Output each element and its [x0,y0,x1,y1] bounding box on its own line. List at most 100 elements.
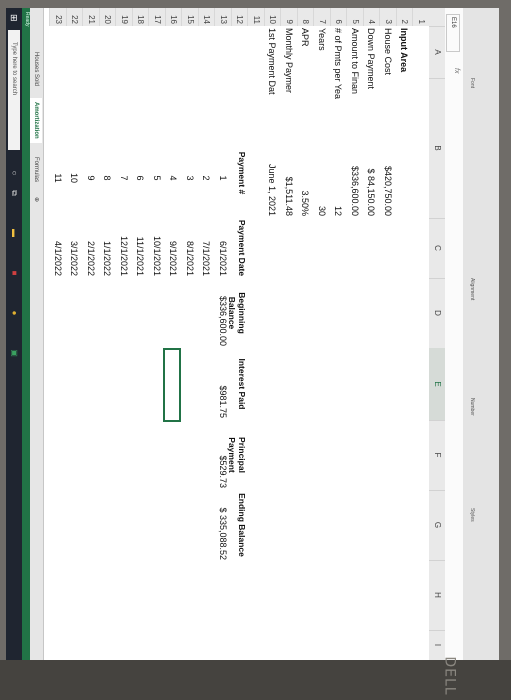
payment-number[interactable]: 8 [102,158,114,198]
input-label[interactable]: APR [300,28,312,108]
row-header[interactable]: 2 [396,8,413,26]
office-icon[interactable]: ■ [9,268,19,278]
row-header[interactable]: 6 [330,8,347,26]
select-all-corner[interactable] [429,8,445,27]
row-header[interactable]: 10 [264,8,281,26]
selected-cell[interactable] [163,348,182,422]
input-label[interactable]: Monthly Paymer [283,28,295,108]
payment-number[interactable]: 6 [135,158,147,198]
payment-number[interactable]: 7 [118,158,130,198]
payment-date[interactable]: 1/1/2022 [102,218,114,276]
row-header[interactable]: 12 [231,8,248,26]
table-header[interactable]: Principal Payment [228,420,248,490]
input-value[interactable]: 3.50% [300,108,312,216]
payment-date[interactable]: 3/1/2022 [69,218,81,276]
tab-formulas[interactable]: Formulas [30,153,42,186]
row-header[interactable]: 7 [313,8,330,26]
table-header[interactable]: Payment # [238,138,248,208]
payment-date[interactable]: 2/1/2022 [85,218,97,276]
row-header[interactable]: 15 [181,8,198,26]
ending-balance[interactable]: $ 335,088.52 [217,490,229,560]
payment-date[interactable]: 10/1/2021 [151,218,163,276]
row-header[interactable]: 18 [132,8,149,26]
ribbon-group-alignment[interactable]: Alignment [469,278,475,300]
input-value[interactable]: 12 [333,108,345,216]
ribbon-group-styles[interactable]: Styles [469,508,475,522]
cortana-icon[interactable]: ○ [9,168,19,178]
payment-number[interactable]: 5 [151,158,163,198]
payment-date[interactable]: 4/1/2022 [52,218,64,276]
input-value[interactable]: $336,600.00 [349,108,361,216]
input-label[interactable]: House Cost [382,28,394,108]
tab-amortization[interactable]: Amortization [28,98,42,143]
row-header[interactable]: 1 [412,8,429,26]
payment-number[interactable]: 3 [184,158,196,198]
input-value[interactable]: 30 [316,108,328,216]
payment-date[interactable]: 11/1/2021 [135,218,147,276]
row-header[interactable]: 17 [148,8,165,26]
row-header[interactable]: 22 [66,8,83,26]
principal-payment[interactable]: $529.73 [217,420,229,488]
payment-number[interactable]: 4 [168,158,180,198]
file-explorer-icon[interactable]: ▬ [9,228,19,238]
input-label[interactable]: Years [316,28,328,108]
input-label[interactable]: # of Pmts per Yea [333,28,345,108]
tab-houses-sold[interactable]: Houses Sold [30,48,42,90]
table-header[interactable]: Interest Paid [238,348,248,420]
input-area-title[interactable]: Input Area [399,28,411,128]
table-header[interactable]: Ending Balance [238,490,248,560]
beginning-balance[interactable]: $336,600.00 [217,278,229,346]
windows-start-icon[interactable]: ⊞ [9,14,19,24]
row-header[interactable]: 14 [198,8,215,26]
payment-number[interactable]: 11 [52,158,64,198]
input-value[interactable]: $420,750.00 [382,108,394,216]
payment-date[interactable]: 9/1/2021 [168,218,180,276]
table-header[interactable]: Payment Date [238,218,248,278]
payment-number[interactable]: 1 [217,158,229,198]
column-header-f[interactable]: F [429,420,445,491]
row-header[interactable]: 3 [379,8,396,26]
ribbon-group-number[interactable]: Number [469,398,475,416]
row-header[interactable]: 19 [115,8,132,26]
input-label[interactable]: 1st Payment Dat [267,28,279,108]
task-view-icon[interactable]: ⧉ [9,188,19,198]
payment-number[interactable]: 10 [69,158,81,198]
input-value[interactable]: $ 84,150.00 [366,108,378,216]
payment-number[interactable]: 2 [201,158,213,198]
row-header[interactable]: 20 [99,8,116,26]
input-label[interactable]: Down Payment [366,28,378,108]
interest-paid[interactable]: $981.75 [217,348,229,418]
input-value[interactable]: June 1, 2021 [267,108,279,216]
payment-number[interactable]: 9 [85,158,97,198]
column-header-g[interactable]: G [429,490,445,561]
name-box[interactable]: E16 [446,14,460,52]
fx-icon[interactable]: fx [453,68,460,73]
add-sheet-icon[interactable]: ⊕ [30,193,42,206]
column-header-d[interactable]: D [429,278,445,349]
row-header[interactable]: 23 [49,8,66,26]
chrome-icon[interactable]: ● [9,308,19,318]
worksheet-grid[interactable]: 1 2 3 4 5 6 7 8 9 10 11 12 13 14 15 16 17 18 19 20 21 22 23 Inp… [44,8,429,660]
column-header-c[interactable]: C [429,218,445,279]
column-header-a[interactable]: A [429,26,445,79]
payment-date[interactable]: 12/1/2021 [118,218,130,276]
row-header[interactable]: 9 [280,8,297,26]
payment-date[interactable]: 6/1/2021 [217,218,229,276]
input-value[interactable]: $1,511.48 [283,108,295,216]
excel-icon[interactable]: ▣ [9,348,19,358]
column-header-e[interactable]: E [427,348,445,421]
column-header-h[interactable]: H [429,560,445,631]
row-header[interactable]: 13 [214,8,231,26]
row-header[interactable]: 8 [297,8,314,26]
payment-date[interactable]: 7/1/2021 [201,218,213,276]
table-header[interactable]: Beginning Balance [228,278,248,348]
row-header[interactable]: 16 [165,8,182,26]
input-label[interactable]: Amount to Finan [349,28,361,108]
row-header[interactable]: 21 [82,8,99,26]
ribbon-group-font[interactable]: Font [469,78,475,88]
row-header[interactable]: 11 [247,8,264,26]
row-header[interactable]: 5 [346,8,363,26]
column-header-b[interactable]: B [429,78,445,219]
taskbar-search-input[interactable]: Type here to search [8,30,20,150]
row-header[interactable]: 4 [363,8,380,26]
